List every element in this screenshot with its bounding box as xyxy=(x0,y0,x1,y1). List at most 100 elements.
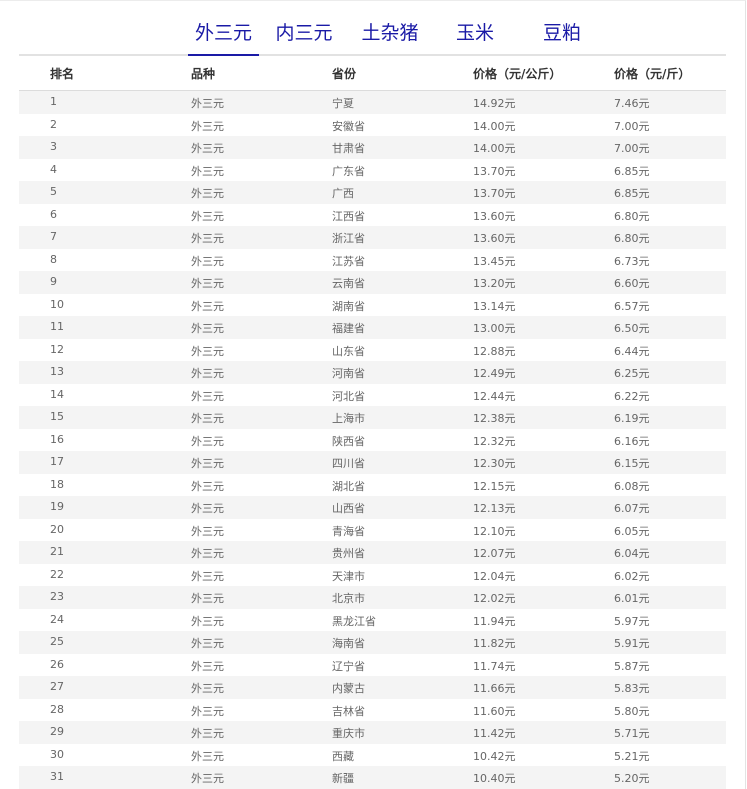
tab-bar: 外三元 内三元 土杂猪 玉米 豆粕 xyxy=(19,12,726,56)
rank-cell: 6 xyxy=(50,207,57,221)
table-row: 29 外三元 重庆市 11.42元 5.71元 xyxy=(19,721,726,744)
table-row: 3 外三元 甘肃省 14.00元 7.00元 xyxy=(19,136,726,159)
tab-dou-po[interactable]: 豆粕 xyxy=(542,20,582,54)
breed-cell: 外三元 xyxy=(191,682,224,695)
tab-yu-mi[interactable]: 玉米 xyxy=(455,20,495,54)
breed-cell: 外三元 xyxy=(191,502,224,515)
price-kg-cell: 11.94元 xyxy=(473,614,516,628)
province-cell: 陕西省 xyxy=(332,434,365,448)
province-cell: 江苏省 xyxy=(332,254,365,268)
table-header: 排名 品种 省份 价格（元/公斤） 价格（元/斤） xyxy=(19,56,726,91)
province-cell: 四川省 xyxy=(332,457,365,470)
price-jin-cell: 6.57元 xyxy=(614,299,650,313)
province-cell: 上海市 xyxy=(332,412,365,425)
price-kg-cell: 11.82元 xyxy=(473,637,516,650)
price-jin-cell: 6.22元 xyxy=(614,389,650,403)
breed-cell: 外三元 xyxy=(191,592,224,605)
price-jin-cell: 5.80元 xyxy=(614,704,650,718)
rank-cell: 18 xyxy=(50,477,64,491)
province-cell: 广东省 xyxy=(332,164,365,178)
table-row: 14 外三元 河北省 12.44元 6.22元 xyxy=(19,384,726,407)
price-kg-cell: 14.00元 xyxy=(473,142,516,155)
table-row: 15 外三元 上海市 12.38元 6.19元 xyxy=(19,406,726,429)
rank-cell: 30 xyxy=(50,747,64,761)
price-kg-cell: 12.15元 xyxy=(473,479,516,493)
price-kg-cell: 12.38元 xyxy=(473,412,516,425)
breed-cell: 外三元 xyxy=(191,367,224,380)
province-cell: 内蒙古 xyxy=(332,682,365,695)
price-jin-cell: 7.46元 xyxy=(614,97,650,110)
price-jin-cell: 6.50元 xyxy=(614,322,650,335)
rank-cell: 29 xyxy=(50,725,64,738)
province-cell: 青海省 xyxy=(332,524,365,538)
rank-cell: 7 xyxy=(50,230,57,243)
rank-cell: 11 xyxy=(50,320,64,333)
province-cell: 河北省 xyxy=(332,389,365,403)
province-cell: 甘肃省 xyxy=(332,142,365,155)
table-row: 24 外三元 黑龙江省 11.94元 5.97元 xyxy=(19,609,726,632)
rank-cell: 26 xyxy=(50,657,64,671)
province-cell: 黑龙江省 xyxy=(332,614,376,628)
table-row: 30 外三元 西藏 10.42元 5.21元 xyxy=(19,744,726,767)
price-kg-cell: 12.32元 xyxy=(473,434,516,448)
breed-cell: 外三元 xyxy=(191,97,224,110)
breed-cell: 外三元 xyxy=(191,479,224,493)
province-cell: 重庆市 xyxy=(332,727,365,740)
breed-cell: 外三元 xyxy=(191,434,224,448)
price-kg-cell: 13.70元 xyxy=(473,187,516,200)
price-jin-cell: 6.85元 xyxy=(614,187,650,200)
price-kg-cell: 12.44元 xyxy=(473,389,516,403)
price-kg-cell: 10.40元 xyxy=(473,772,516,785)
tab-tu-za-zhu[interactable]: 土杂猪 xyxy=(361,20,419,54)
table-row: 4 外三元 广东省 13.70元 6.85元 xyxy=(19,159,726,182)
price-kg-cell: 12.02元 xyxy=(473,592,516,605)
rank-cell: 12 xyxy=(50,342,64,356)
rank-cell: 8 xyxy=(50,252,57,266)
price-kg-cell: 12.07元 xyxy=(473,547,516,560)
header-price-per-jin: 价格（元/斤） xyxy=(614,67,691,81)
price-jin-cell: 7.00元 xyxy=(614,119,650,133)
table-row: 10 外三元 湖南省 13.14元 6.57元 xyxy=(19,294,726,317)
province-cell: 广西 xyxy=(332,187,354,200)
price-kg-cell: 13.00元 xyxy=(473,322,516,335)
rank-cell: 5 xyxy=(50,185,57,198)
province-cell: 浙江省 xyxy=(332,232,365,245)
province-cell: 福建省 xyxy=(332,322,365,335)
price-jin-cell: 6.80元 xyxy=(614,232,650,245)
rank-cell: 16 xyxy=(50,432,64,446)
province-cell: 贵州省 xyxy=(332,547,365,560)
price-jin-cell: 6.80元 xyxy=(614,209,650,223)
breed-cell: 外三元 xyxy=(191,524,224,538)
price-kg-cell: 13.60元 xyxy=(473,209,516,223)
price-jin-cell: 6.01元 xyxy=(614,592,650,605)
price-kg-cell: 12.10元 xyxy=(473,524,516,538)
price-jin-cell: 6.73元 xyxy=(614,254,650,268)
price-kg-cell: 13.20元 xyxy=(473,277,516,290)
rank-cell: 25 xyxy=(50,635,64,648)
breed-cell: 外三元 xyxy=(191,547,224,560)
rank-cell: 9 xyxy=(50,275,57,288)
rank-cell: 3 xyxy=(50,140,57,153)
table-row: 5 外三元 广西 13.70元 6.85元 xyxy=(19,181,726,204)
breed-cell: 外三元 xyxy=(191,457,224,470)
table-row: 19 外三元 山西省 12.13元 6.07元 xyxy=(19,496,726,519)
tab-nei-san-yuan[interactable]: 内三元 xyxy=(275,20,333,54)
table-row: 12 外三元 山东省 12.88元 6.44元 xyxy=(19,339,726,362)
price-jin-cell: 5.87元 xyxy=(614,659,650,673)
table-row: 6 外三元 江西省 13.60元 6.80元 xyxy=(19,204,726,227)
rank-cell: 13 xyxy=(50,365,64,378)
tab-wai-san-yuan[interactable]: 外三元 xyxy=(188,20,259,56)
table-row: 13 外三元 河南省 12.49元 6.25元 xyxy=(19,361,726,384)
breed-cell: 外三元 xyxy=(191,344,224,358)
header-breed: 品种 xyxy=(191,67,216,81)
price-kg-cell: 13.14元 xyxy=(473,299,516,313)
rank-cell: 14 xyxy=(50,387,64,401)
breed-cell: 外三元 xyxy=(191,254,224,268)
rank-cell: 4 xyxy=(50,162,57,176)
price-kg-cell: 10.42元 xyxy=(473,749,516,763)
breed-cell: 外三元 xyxy=(191,412,224,425)
header-rank: 排名 xyxy=(50,67,75,81)
breed-cell: 外三元 xyxy=(191,299,224,313)
price-jin-cell: 5.83元 xyxy=(614,682,650,695)
table-body: 1 外三元 宁夏 14.92元 7.46元 2 外三元 安徽省 14.00元 7.00元 3 外三元甘… xyxy=(19,91,726,789)
